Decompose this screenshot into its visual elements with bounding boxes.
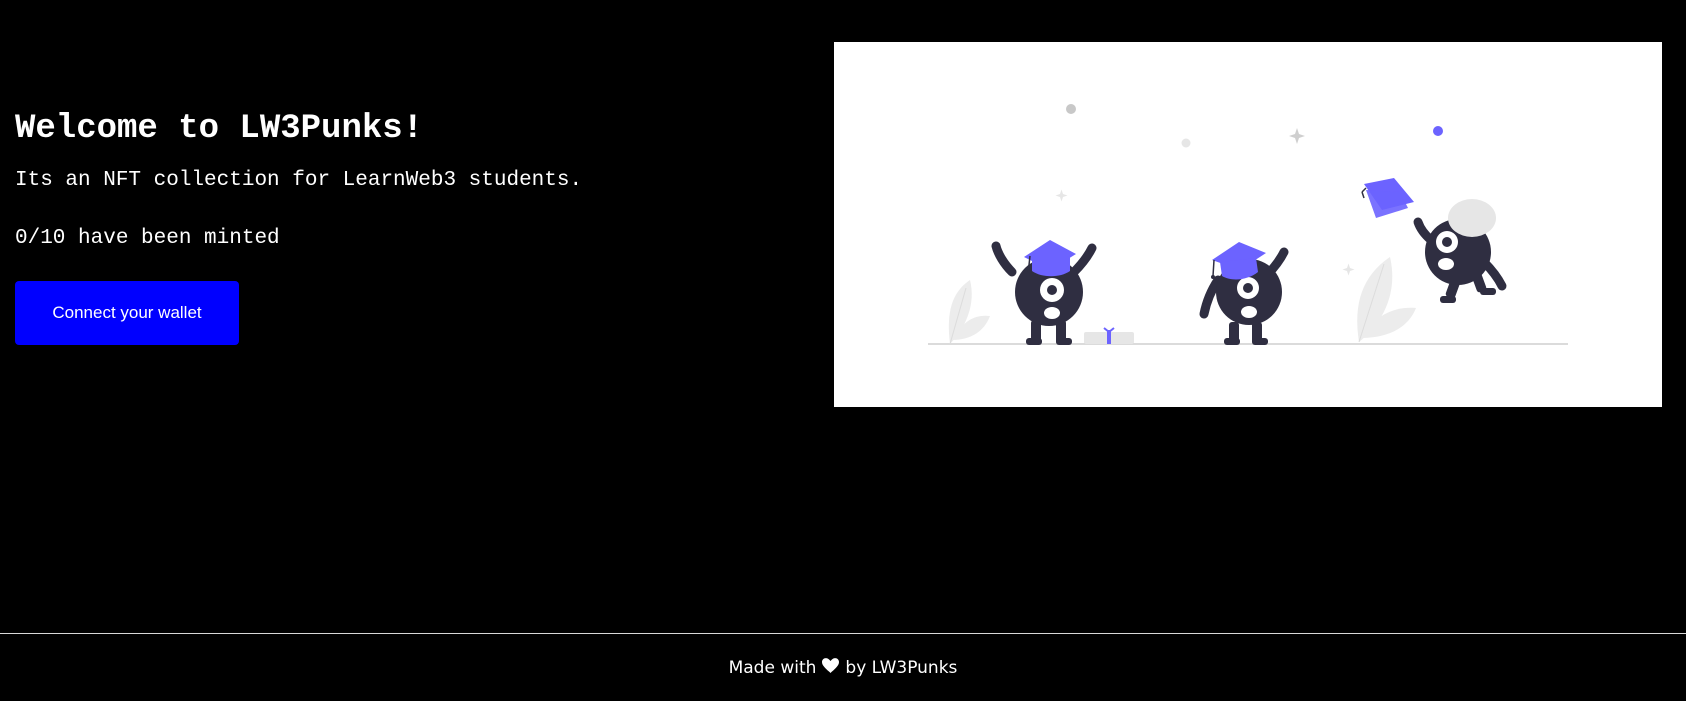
footer-prefix: Made with: [728, 657, 817, 678]
sparkle-icon: [1289, 128, 1305, 144]
plant-right: [1357, 257, 1416, 343]
footer-suffix: by LW3Punks: [845, 657, 958, 678]
monster-middle: [1199, 242, 1289, 345]
diploma-box: [1084, 327, 1134, 344]
flying-graduation-cap: [1361, 178, 1414, 218]
intro-section: Welcome to LW3Punks! Its an NFT collecti…: [15, 104, 775, 345]
page: Welcome to LW3Punks! Its an NFT collecti…: [0, 0, 1686, 701]
hero-image: [834, 42, 1662, 407]
heart-icon: [822, 658, 840, 677]
minted-count: 0/10 have been minted: [15, 227, 280, 250]
connect-wallet-button[interactable]: Connect your wallet: [15, 281, 239, 345]
page-title: Welcome to LW3Punks!: [15, 110, 424, 148]
decor-dot: [1181, 138, 1191, 148]
footer: Made with by LW3Punks: [0, 634, 1686, 701]
decor-dot: [1066, 104, 1076, 114]
sparkle-icon: [1342, 263, 1355, 276]
plant-left: [948, 280, 990, 345]
monster-left: [991, 240, 1097, 345]
collection-description: Its an NFT collection for LearnWeb3 stud…: [15, 169, 583, 192]
monster-right: [1413, 199, 1507, 303]
graduation-illustration: [928, 104, 1568, 345]
decor-dot: [1433, 126, 1443, 136]
sparkle-icon: [1055, 189, 1068, 202]
